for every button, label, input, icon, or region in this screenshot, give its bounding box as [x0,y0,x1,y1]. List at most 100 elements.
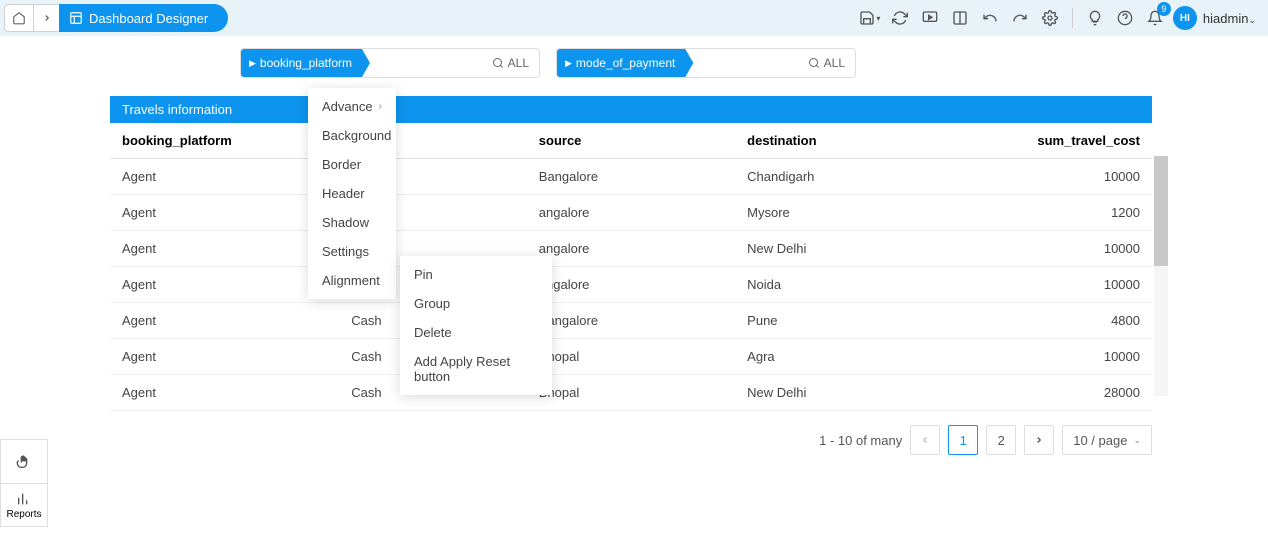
filter-name: mode_of_payment [576,56,675,70]
filter-name: booking_platform [260,56,352,70]
table-row[interactable]: AgentangaloreMysore1200 [110,195,1152,231]
filter-search[interactable]: ALL [798,56,855,70]
cell-sum-travel-cost: 10000 [944,231,1152,267]
menu-add-apply-reset[interactable]: Add Apply Reset button [400,347,552,391]
menu-shadow[interactable]: Shadow [308,208,396,237]
menu-label: Add Apply Reset button [414,354,538,384]
menu-group[interactable]: Group [400,289,552,318]
redo-button[interactable] [1008,6,1032,30]
prev-page-button[interactable] [910,425,940,455]
menu-label: Settings [322,244,369,259]
cell-sum-travel-cost: 10000 [944,267,1152,303]
cell-source: angalore [527,195,735,231]
table-row[interactable]: AgentCashBhopalNew Delhi28000 [110,375,1152,411]
scroll-thumb[interactable] [1154,156,1168,266]
table-header-row: booking_platform yment source destinatio… [110,123,1152,159]
refresh-button[interactable] [888,6,912,30]
help-button[interactable] [1113,6,1137,30]
dock-interact-button[interactable] [0,439,48,483]
table-row[interactable]: AgentCashBhopalAgra10000 [110,339,1152,375]
top-nav: Dashboard Designer ▾ [0,0,1268,36]
cell-sum-travel-cost: 4800 [944,303,1152,339]
menu-label: Pin [414,267,433,282]
dashboard-icon [69,11,83,25]
username-label: hiadmin [1203,11,1249,26]
cell-destination: Noida [735,267,943,303]
settings-submenu: Pin Group Delete Add Apply Reset button [400,256,552,395]
search-icon [808,57,820,69]
present-icon [922,10,938,26]
cell-booking-platform: Agent [110,195,339,231]
gear-icon [1042,10,1058,26]
col-sum-travel-cost[interactable]: sum_travel_cost [944,123,1152,159]
cell-destination: New Delhi [735,231,943,267]
present-button[interactable] [918,6,942,30]
pagination: 1 - 10 of many 1 2 10 / page ⌄ [110,425,1152,455]
dock-reports-button[interactable]: Reports [0,483,48,527]
refresh-icon [892,10,908,26]
menu-pin[interactable]: Pin [400,260,552,289]
hint-button[interactable] [1083,6,1107,30]
cell-source: Bangalore [527,303,735,339]
menu-background[interactable]: Background [308,121,396,150]
undo-button[interactable] [978,6,1002,30]
menu-alignment[interactable]: Alignment [308,266,396,295]
travels-table-widget[interactable]: Travels information booking_platform yme… [110,96,1152,455]
cell-sum-travel-cost: 10000 [944,159,1152,195]
search-icon [492,57,504,69]
table-row[interactable]: AgentangaloreNew Delhi10000 [110,231,1152,267]
work-area: ▶ booking_platform ALL ▶ mode_of_payment… [0,36,1268,455]
page-size-select[interactable]: 10 / page ⌄ [1062,425,1152,455]
cell-destination: Chandigarh [735,159,943,195]
next-page-button[interactable] [1024,425,1054,455]
cell-source: Bhopal [527,375,735,411]
col-destination[interactable]: destination [735,123,943,159]
vertical-scrollbar[interactable] [1154,156,1168,396]
table-row[interactable]: AgentCashangaloreNoida10000 [110,267,1152,303]
cell-destination: Pune [735,303,943,339]
cell-booking-platform: Agent [110,231,339,267]
filter-label: ▶ booking_platform [241,49,370,77]
chevron-left-icon [920,435,930,445]
bulb-icon [1087,10,1103,26]
triangle-right-icon: ▶ [249,58,256,69]
filter-search[interactable]: ALL [482,56,539,70]
notifications-button[interactable]: 9 [1143,6,1167,30]
cell-booking-platform: Agent [110,375,339,411]
menu-label: Alignment [322,273,380,288]
col-source[interactable]: source [527,123,735,159]
menu-label: Shadow [322,215,369,230]
undo-icon [982,10,998,26]
table-row[interactable]: AgentCashBangalorePune4800 [110,303,1152,339]
cell-booking-platform: Agent [110,267,339,303]
cell-booking-platform: Agent [110,159,339,195]
page-2-button[interactable]: 2 [986,425,1016,455]
cell-sum-travel-cost: 28000 [944,375,1152,411]
chevron-right-icon [42,13,52,23]
menu-delete[interactable]: Delete [400,318,552,347]
save-dropdown-button[interactable]: ▾ [858,6,882,30]
col-booking-platform[interactable]: booking_platform [110,123,339,159]
menu-label: Background [322,128,391,143]
settings-button[interactable] [1038,6,1062,30]
user-menu[interactable]: hiadmin⌄ [1203,11,1256,26]
nav-left: Dashboard Designer [4,4,228,32]
menu-border[interactable]: Border [308,150,396,179]
filter-mode-of-payment[interactable]: ▶ mode_of_payment ALL [556,48,856,78]
chevron-right-icon: › [379,101,382,112]
page-1-button[interactable]: 1 [948,425,978,455]
home-button[interactable] [4,4,34,32]
filter-booking-platform[interactable]: ▶ booking_platform ALL [240,48,540,78]
left-dock: Reports [0,439,54,527]
layout-button[interactable] [948,6,972,30]
menu-advance[interactable]: Advance › [308,92,396,121]
cell-source: angalore [527,267,735,303]
dashboard-designer-tab[interactable]: Dashboard Designer [59,4,228,32]
pointer-icon [16,454,32,470]
cell-destination: Mysore [735,195,943,231]
menu-settings[interactable]: Settings [308,237,396,266]
menu-header[interactable]: Header [308,179,396,208]
user-avatar[interactable]: HI [1173,6,1197,30]
table-row[interactable]: AgentBangaloreChandigarh10000 [110,159,1152,195]
breadcrumb-next-button[interactable] [34,4,60,32]
